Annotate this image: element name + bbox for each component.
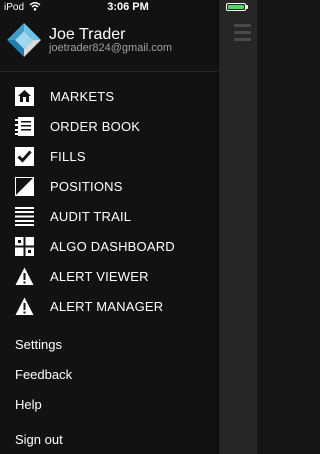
menu-item-help[interactable]: Help (0, 393, 218, 423)
menu-label: MARKETS (50, 89, 115, 104)
menu-label: ORDER BOOK (50, 119, 141, 134)
menu-label: POSITIONS (50, 179, 123, 194)
menu-item-order-book[interactable]: ORDER BOOK (0, 111, 218, 141)
menu-item-feedback[interactable]: Feedback (0, 363, 218, 393)
order-book-icon (15, 117, 34, 136)
menu-item-alert-manager[interactable]: ALERT MANAGER (0, 291, 218, 321)
content-overlay[interactable] (218, 0, 257, 454)
menu-item-alert-viewer[interactable]: ALERT VIEWER (0, 261, 218, 291)
menu-label: FILLS (50, 149, 86, 164)
help-label: Help (15, 397, 42, 412)
feedback-label: Feedback (15, 367, 73, 382)
menu-label: ALERT MANAGER (50, 299, 164, 314)
sign-out-button[interactable]: Sign out (15, 432, 63, 447)
warning-icon (15, 267, 34, 285)
secondary-menu: Settings Feedback Help (0, 333, 218, 423)
menu-item-algo-dashboard[interactable]: ALGO DASHBOARD (0, 231, 218, 261)
markets-icon (15, 87, 34, 106)
positions-icon (15, 177, 34, 196)
audit-trail-icon (15, 207, 34, 226)
battery-nub (246, 5, 248, 9)
menu-item-settings[interactable]: Settings (0, 333, 218, 363)
clock: 3:06 PM (107, 1, 149, 13)
user-profile[interactable]: Joe Trader joetrader824@gmail.com (0, 18, 218, 70)
menu-item-fills[interactable]: FILLS (0, 141, 218, 171)
status-bar: iPod 3:06 PM (0, 0, 256, 15)
menu-label: ALERT VIEWER (50, 269, 149, 284)
battery-icon (226, 3, 246, 11)
hamburger-menu-icon[interactable] (234, 24, 251, 44)
menu-label: AUDIT TRAIL (50, 209, 132, 224)
main-menu: MARKETS ORDER BOOK FILLS POSITIONS AUDIT… (0, 81, 218, 321)
algo-dashboard-icon (15, 237, 34, 256)
warning-icon (15, 297, 34, 315)
menu-item-markets[interactable]: MARKETS (0, 81, 218, 111)
user-email: joetrader824@gmail.com (49, 42, 173, 54)
checkmark-icon (15, 147, 34, 166)
divider (0, 71, 218, 72)
menu-label: ALGO DASHBOARD (50, 239, 175, 254)
settings-label: Settings (15, 337, 62, 352)
navigation-drawer: Joe Trader joetrader824@gmail.com MARKET… (0, 0, 218, 454)
menu-item-positions[interactable]: POSITIONS (0, 171, 218, 201)
app-logo-icon (7, 23, 41, 57)
menu-item-audit-trail[interactable]: AUDIT TRAIL (0, 201, 218, 231)
